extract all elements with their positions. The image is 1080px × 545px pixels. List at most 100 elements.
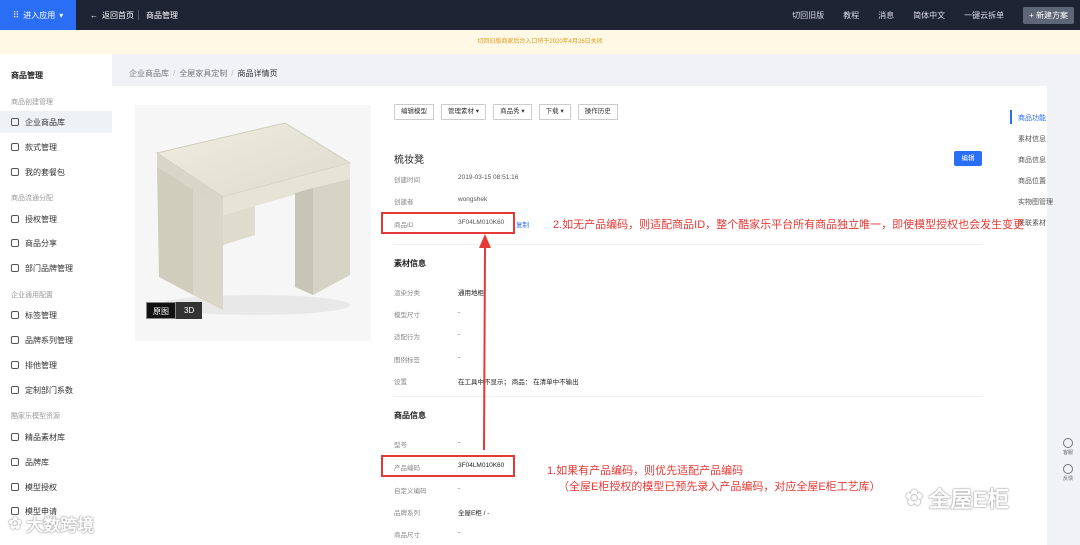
- department-icon: [11, 264, 19, 272]
- arrow-left-icon: ←: [90, 11, 98, 20]
- sidebar-item-label: 标签管理: [25, 310, 57, 320]
- watermark-left-text: 大数跨境: [26, 516, 95, 535]
- top-right-menu: 切回旧版 教程 消息 简体中文 一键云拆单 + 新建方案: [792, 0, 1080, 30]
- created-time-value: 2019-03-15 08:51:16: [458, 174, 519, 181]
- raw-image-tab[interactable]: 原图: [146, 302, 176, 319]
- material-section-title: 素材信息: [394, 259, 426, 268]
- sidebar-item-tags[interactable]: 标签管理: [0, 304, 112, 326]
- sidebar-item-label: 排他管理: [25, 360, 57, 370]
- top-navigation-bar: ⠿ 进入应用 ▾ ← 返回首页 商品管理 切回旧版 教程 消息 简体中文 一键云…: [0, 0, 1080, 30]
- share-icon: [11, 239, 19, 247]
- info-row-label: 自定义编码: [394, 488, 427, 495]
- copy-id-link[interactable]: 复制: [516, 219, 529, 229]
- sidebar-item-brand-library[interactable]: 品牌库: [0, 451, 112, 473]
- breadcrumb: 企业商品库 / 全屋家具定制 / 商品详情页: [129, 68, 277, 79]
- sidebar-group-resources: 酷家乐模型资源: [11, 413, 60, 420]
- messages-link[interactable]: 消息: [878, 10, 894, 21]
- info-row-label: 商品尺寸: [394, 532, 420, 539]
- sidebar-item-packages[interactable]: 我的套餐包: [0, 161, 112, 183]
- sidebar-item-label: 商品分享: [25, 238, 57, 248]
- edit-model-button[interactable]: 编辑模型: [394, 104, 434, 120]
- sidebar-title: 商品管理: [11, 71, 43, 80]
- info-row-value: 全屋E柜 / -: [458, 510, 490, 517]
- annotation-arrow: [479, 234, 491, 451]
- info-section-title: 商品信息: [394, 411, 426, 420]
- creator-label: 创建者: [394, 199, 414, 206]
- product-toolbar: 编辑模型 管理素材 ▾ 商品秀 ▾ 下载 ▾ 操作历史: [394, 104, 618, 120]
- coefficient-icon: [11, 386, 19, 394]
- new-plan-button[interactable]: + 新建方案: [1023, 6, 1074, 24]
- apps-menu-button[interactable]: ⠿ 进入应用 ▾: [0, 0, 76, 30]
- sidebar-item-label: 企业商品库: [25, 117, 65, 127]
- brand-icon: [11, 458, 19, 466]
- edit-button[interactable]: 编辑: [954, 151, 982, 166]
- breadcrumb-separator: /: [173, 69, 176, 78]
- wechat-icon: ✿: [905, 485, 924, 510]
- notice-banner: 切回旧版商家后台入口将于2020年4月26日关闭: [0, 30, 1080, 54]
- material-row-value: -: [458, 354, 461, 361]
- sidebar-item-coefficient[interactable]: 定制部门系数: [0, 379, 112, 401]
- operation-history-button[interactable]: 操作历史: [577, 104, 618, 120]
- sidebar-item-exclusive[interactable]: 排他管理: [0, 354, 112, 376]
- sidebar-item-share[interactable]: 商品分享: [0, 232, 112, 254]
- annotation-box-product-id: [381, 212, 515, 234]
- sidebar-item-label: 款式管理: [25, 142, 57, 152]
- sidebar-item-styles[interactable]: 款式管理: [0, 136, 112, 158]
- wechat-icon: ✿: [8, 513, 23, 533]
- product-show-dropdown[interactable]: 商品秀 ▾: [493, 104, 532, 120]
- sidebar-item-model-authorization[interactable]: 模型授权: [0, 476, 112, 498]
- anchor-item[interactable]: 实物图管理: [1018, 197, 1053, 207]
- 3d-view-tab[interactable]: 3D: [176, 302, 203, 319]
- sidebar-group-distribution: 商品流通分配: [11, 195, 53, 202]
- breadcrumb-current: 商品详情页: [237, 69, 278, 78]
- back-home-label: 返回首页: [102, 11, 134, 20]
- model-icon: [11, 483, 19, 491]
- back-home-link[interactable]: ← 返回首页: [90, 10, 134, 21]
- creator-value: wongshek: [458, 196, 488, 203]
- language-select[interactable]: 简体中文: [913, 10, 945, 21]
- anchor-item[interactable]: 商品功能: [1018, 113, 1046, 123]
- tutorial-link[interactable]: 教程: [843, 10, 859, 21]
- sidebar-item-label: 定制部门系数: [25, 385, 73, 395]
- material-row-label: 设置: [394, 379, 407, 386]
- material-row-value: -: [458, 331, 461, 338]
- sidebar-item-label: 部门品牌管理: [25, 263, 73, 273]
- cloud-split-link[interactable]: 一键云拆单: [964, 10, 1004, 21]
- headset-icon: [1063, 438, 1073, 448]
- sidebar-item-brand-series[interactable]: 品牌系列管理: [0, 329, 112, 351]
- created-time-label: 创建时间: [394, 177, 420, 184]
- material-row-label: 适配行为: [394, 334, 420, 341]
- sidebar-item-label: 品牌库: [25, 457, 49, 467]
- manage-materials-dropdown[interactable]: 管理素材 ▾: [441, 104, 487, 120]
- sidebar: 商品管理 商品创建管理 企业商品库 款式管理 我的套餐包 商品流通分配 授权管理…: [0, 54, 112, 545]
- info-row-value: -: [458, 529, 461, 536]
- product-name: 梳妆凳: [394, 155, 424, 166]
- customer-service-button[interactable]: 客服: [1058, 438, 1078, 456]
- library-icon: [11, 118, 19, 126]
- sidebar-item-premium-materials[interactable]: 精品素材库: [0, 426, 112, 448]
- annotation-product-code-line2: （全屋E柜授权的模型已预先录入产品编码，对应全屋E柜工艺库）: [558, 481, 881, 493]
- material-row-value: -: [458, 309, 461, 316]
- sidebar-item-authorization[interactable]: 授权管理: [0, 208, 112, 230]
- anchor-item[interactable]: 商品位置: [1018, 176, 1046, 186]
- material-row-label: 模型尺寸: [394, 312, 420, 319]
- authorization-icon: [11, 215, 19, 223]
- breadcrumb-item[interactable]: 全屋家具定制: [179, 69, 227, 78]
- breadcrumb-item[interactable]: 企业商品库: [129, 69, 169, 78]
- switch-old-version-link[interactable]: 切回旧版: [792, 10, 824, 21]
- anchor-item[interactable]: 商品信息: [1018, 155, 1046, 165]
- exclusive-icon: [11, 361, 19, 369]
- sidebar-item-label: 精品素材库: [25, 432, 65, 442]
- feedback-button[interactable]: 反馈: [1058, 464, 1078, 482]
- grid-icon: ⠿: [12, 9, 20, 20]
- sidebar-item-label: 我的套餐包: [25, 167, 65, 177]
- download-dropdown[interactable]: 下载 ▾: [538, 104, 571, 120]
- annotation-product-id: 2.如无产品编码，则适配商品ID，整个酷家乐平台所有商品独立唯一，即使模型授权也…: [553, 219, 1025, 231]
- watermark-right-text: 全屋E柜: [928, 487, 1010, 512]
- sidebar-group-create: 商品创建管理: [11, 99, 53, 106]
- anchor-item[interactable]: 素材信息: [1018, 134, 1046, 144]
- image-view-toggle: 原图 3D: [146, 302, 203, 319]
- sidebar-item-enterprise-library[interactable]: 企业商品库: [0, 111, 112, 133]
- style-icon: [11, 143, 19, 151]
- sidebar-item-department-brand[interactable]: 部门品牌管理: [0, 257, 112, 279]
